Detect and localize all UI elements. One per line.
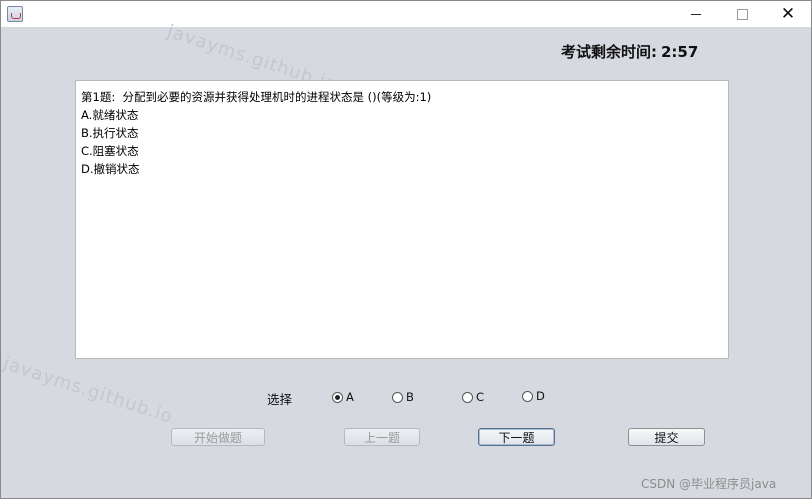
radio-d-label: D bbox=[536, 389, 545, 403]
title-bar: ✕ bbox=[1, 1, 811, 27]
radio-b[interactable]: B bbox=[392, 390, 414, 404]
radio-empty-icon bbox=[462, 391, 473, 403]
radio-empty-icon bbox=[392, 391, 403, 403]
close-button[interactable]: ✕ bbox=[765, 1, 811, 27]
radio-c-label: C bbox=[476, 390, 485, 404]
minimize-icon bbox=[691, 13, 701, 15]
watermark: javayms.github.io bbox=[0, 353, 176, 428]
maximize-button[interactable] bbox=[719, 1, 765, 27]
radio-selected-icon bbox=[332, 391, 343, 403]
minimize-button[interactable] bbox=[673, 1, 719, 27]
option-b: B.执行状态 bbox=[81, 126, 139, 140]
option-a: A.就绪状态 bbox=[81, 108, 139, 122]
timer-value: 2:57 bbox=[661, 43, 699, 61]
radio-b-label: B bbox=[406, 390, 414, 404]
close-icon: ✕ bbox=[780, 3, 796, 24]
maximize-icon bbox=[736, 8, 748, 20]
option-c: C.阻塞状态 bbox=[81, 144, 139, 158]
radio-c[interactable]: C bbox=[462, 390, 484, 404]
option-d: D.撤销状态 bbox=[81, 162, 140, 176]
credit-watermark: CSDN @毕业程序员java bbox=[641, 477, 777, 491]
radio-empty-icon bbox=[522, 390, 533, 402]
exam-timer: 考试剩余时间: 2:57 bbox=[557, 41, 698, 62]
next-question-button[interactable]: 下一题 bbox=[478, 428, 555, 446]
question-text-area[interactable]: 第1题: 分配到必要的资源并获得处理机时的进程状态是 ()(等级为:1) A.就绪… bbox=[75, 80, 729, 359]
question-content: 第1题: 分配到必要的资源并获得处理机时的进程状态是 ()(等级为:1) A.就绪… bbox=[81, 88, 431, 178]
radio-a[interactable]: A bbox=[332, 390, 354, 404]
question-stem: 第1题: 分配到必要的资源并获得处理机时的进程状态是 ()(等级为:1) bbox=[81, 90, 432, 104]
select-label: 选择 bbox=[267, 392, 293, 407]
timer-label: 考试剩余时间: bbox=[561, 43, 657, 61]
radio-d[interactable]: D bbox=[522, 389, 545, 403]
previous-question-button[interactable]: 上一题 bbox=[344, 428, 420, 446]
exam-window: ✕ javayms.github.io javayms.github.io 考试… bbox=[0, 0, 812, 499]
java-cup-icon bbox=[7, 6, 23, 22]
submit-button[interactable]: 提交 bbox=[628, 428, 705, 446]
start-exam-button[interactable]: 开始做题 bbox=[171, 428, 265, 446]
radio-a-label: A bbox=[346, 390, 354, 404]
